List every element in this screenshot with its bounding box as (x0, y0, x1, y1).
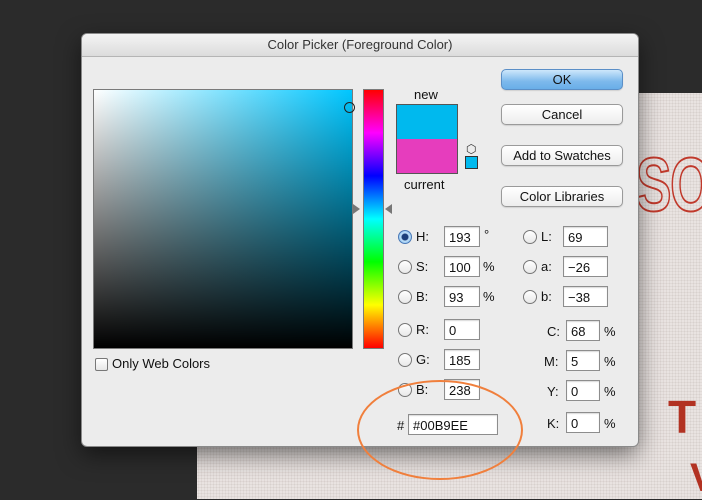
saturation-unit: % (483, 259, 495, 274)
lightness-radio[interactable] (523, 230, 537, 244)
hue-field[interactable]: 193 (444, 226, 480, 247)
yellow-label: Y: (547, 384, 559, 399)
color-picker-dialog: Color Picker (Foreground Color) new curr… (82, 34, 638, 446)
color-comparison-swatch (396, 104, 458, 174)
only-web-colors-label: Only Web Colors (112, 356, 211, 371)
green-radio[interactable] (398, 353, 412, 367)
hue-unit: ° (484, 227, 490, 242)
red-label: R: (416, 322, 429, 337)
cyan-unit: % (604, 324, 616, 339)
saturation-radio[interactable] (398, 260, 412, 274)
hue-radio[interactable] (398, 230, 412, 244)
b-channel-field[interactable]: −38 (563, 286, 608, 307)
a-channel-label: a: (541, 259, 552, 274)
saturation-brightness-field[interactable] (93, 89, 353, 349)
magenta-unit: % (604, 354, 616, 369)
hue-label: H: (416, 229, 429, 244)
color-libraries-button[interactable]: Color Libraries (501, 186, 623, 207)
web-safe-color-swatch[interactable] (465, 156, 478, 169)
cyan-field[interactable]: 68 (566, 320, 600, 341)
b-channel-radio[interactable] (523, 290, 537, 304)
saturation-field[interactable]: 100 (444, 256, 480, 277)
a-channel-radio[interactable] (523, 260, 537, 274)
yellow-field[interactable]: 0 (566, 380, 600, 401)
current-color-label: current (404, 177, 445, 192)
lightness-label: L: (541, 229, 552, 244)
only-web-colors-checkbox[interactable] (95, 358, 108, 371)
brightness-field[interactable]: 93 (444, 286, 480, 307)
yellow-unit: % (604, 384, 616, 399)
background-document-letter-t: T (668, 391, 697, 443)
brightness-unit: % (483, 289, 495, 304)
cancel-button[interactable]: Cancel (501, 104, 623, 125)
magenta-field[interactable]: 5 (566, 350, 600, 371)
green-label: G: (416, 352, 430, 367)
brightness-label: B: (416, 289, 429, 304)
dialog-title: Color Picker (Foreground Color) (82, 34, 638, 57)
black-label: K: (547, 416, 560, 431)
hue-slider-right-handle[interactable] (385, 204, 392, 214)
saturation-label: S: (416, 259, 429, 274)
a-channel-field[interactable]: −26 (563, 256, 608, 277)
new-color-swatch (397, 105, 457, 139)
add-to-swatches-button[interactable]: Add to Swatches (501, 145, 623, 166)
black-unit: % (604, 416, 616, 431)
hue-slider-left-handle[interactable] (353, 204, 360, 214)
hue-slider[interactable] (363, 89, 384, 349)
current-color-swatch[interactable] (397, 139, 457, 173)
cube-icon[interactable]: ⬡ (466, 142, 476, 156)
ok-button[interactable]: OK (501, 69, 623, 90)
new-color-label: new (414, 87, 438, 102)
brightness-radio[interactable] (398, 290, 412, 304)
color-field-marker[interactable] (344, 102, 355, 113)
background-document-heading: SO (635, 143, 702, 228)
lightness-field[interactable]: 69 (563, 226, 608, 247)
cyan-label: C: (547, 324, 560, 339)
black-field[interactable]: 0 (566, 412, 600, 433)
background-document-letter-v: V (690, 458, 702, 498)
green-field[interactable]: 185 (444, 349, 480, 370)
b-channel-label: b: (541, 289, 552, 304)
red-radio[interactable] (398, 323, 412, 337)
highlight-annotation-ellipse (357, 380, 523, 480)
red-field[interactable]: 0 (444, 319, 480, 340)
magenta-label: M: (544, 354, 559, 369)
